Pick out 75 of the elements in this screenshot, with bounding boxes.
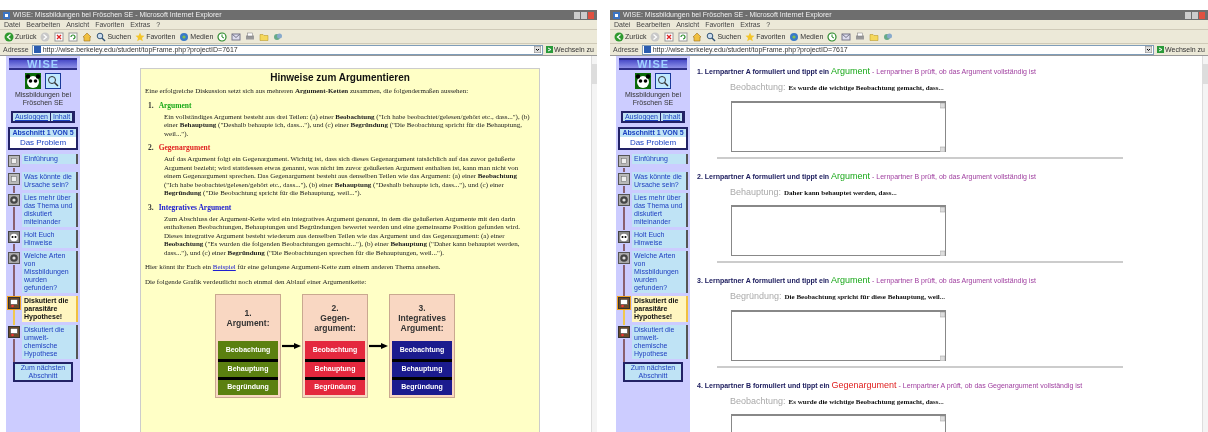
back-icon (4, 31, 14, 42)
page-icon (643, 46, 651, 53)
home-icon[interactable] (692, 31, 703, 42)
chain-number: 1. (244, 308, 252, 318)
picture-icon (618, 326, 630, 338)
stop-icon[interactable] (54, 31, 65, 42)
stop-icon[interactable] (664, 31, 675, 42)
field-label: Beobachtung: (730, 81, 786, 94)
arrow-icon (368, 342, 389, 350)
picture-icon (618, 297, 630, 309)
browser-icon (613, 11, 620, 19)
refresh-icon[interactable] (678, 31, 689, 42)
search-icon (706, 31, 717, 42)
envelope-icon[interactable] (841, 31, 852, 42)
field-label: Begründung: (730, 290, 782, 303)
panda-icon (25, 73, 41, 89)
search-icon (96, 31, 107, 42)
page-icon (618, 173, 630, 185)
answer-box[interactable] (731, 309, 946, 361)
clock-icon[interactable] (827, 31, 838, 42)
window-controls-icon[interactable] (574, 11, 594, 19)
field-label: Behauptung: (730, 185, 782, 199)
page-icon (618, 155, 630, 167)
magnifier-icon (655, 73, 671, 89)
scrollbar[interactable] (591, 56, 597, 432)
field-label: Beobachtung: (730, 394, 786, 408)
gear-icon (618, 252, 630, 264)
chain-title: Argument: (225, 318, 271, 328)
printer-icon[interactable] (245, 31, 256, 42)
dropdown-arrow-icon[interactable] (1145, 46, 1153, 53)
gear-icon (8, 252, 20, 264)
people-icon[interactable] (883, 31, 894, 42)
clock-icon[interactable] (217, 31, 228, 42)
answer-box[interactable] (731, 205, 946, 256)
panda-icon (8, 231, 20, 243)
star-icon (135, 31, 146, 42)
logo-text: WISE (636, 58, 670, 70)
browser-icon (3, 11, 10, 19)
globe-icon (789, 31, 800, 42)
picture-icon (8, 297, 20, 309)
refresh-icon[interactable] (68, 31, 79, 42)
envelope-icon[interactable] (231, 31, 242, 42)
section-title: Das Problem (629, 137, 677, 148)
scrollbar-icon[interactable] (940, 207, 945, 256)
page-icon (8, 173, 20, 185)
panel-title: Hinweise zum Argumentieren (269, 71, 411, 84)
gear-icon (618, 194, 630, 206)
page-icon (8, 155, 20, 167)
panda-icon (618, 231, 630, 243)
arrow-icon (546, 46, 554, 53)
chain-title: Gegen-argument: (313, 313, 357, 333)
magnifier-icon (45, 73, 61, 89)
home-icon[interactable] (82, 31, 93, 42)
printer-icon[interactable] (855, 31, 866, 42)
gear-icon (8, 194, 20, 206)
scrollbar-icon[interactable] (940, 102, 945, 152)
dropdown-arrow-icon[interactable] (534, 46, 542, 53)
back-icon (614, 31, 624, 42)
answer-box[interactable] (731, 100, 946, 152)
page-icon (33, 46, 41, 53)
window-controls-icon[interactable] (1185, 11, 1205, 19)
people-icon[interactable] (273, 31, 284, 42)
star-icon (745, 31, 756, 42)
globe-icon (179, 31, 190, 42)
scrollbar[interactable] (1202, 56, 1208, 432)
scrollbar-icon[interactable] (940, 311, 945, 361)
arrow-icon (281, 342, 302, 350)
chain-title: Integratives Argument: (397, 313, 447, 333)
arrow-icon (1157, 46, 1165, 53)
chain-number: 3. (418, 303, 426, 313)
section-title: Das Problem (19, 137, 67, 148)
chain-number: 2. (331, 303, 339, 313)
logo-text: WISE (26, 58, 60, 70)
picture-icon (8, 326, 20, 338)
panda-icon (635, 73, 651, 89)
